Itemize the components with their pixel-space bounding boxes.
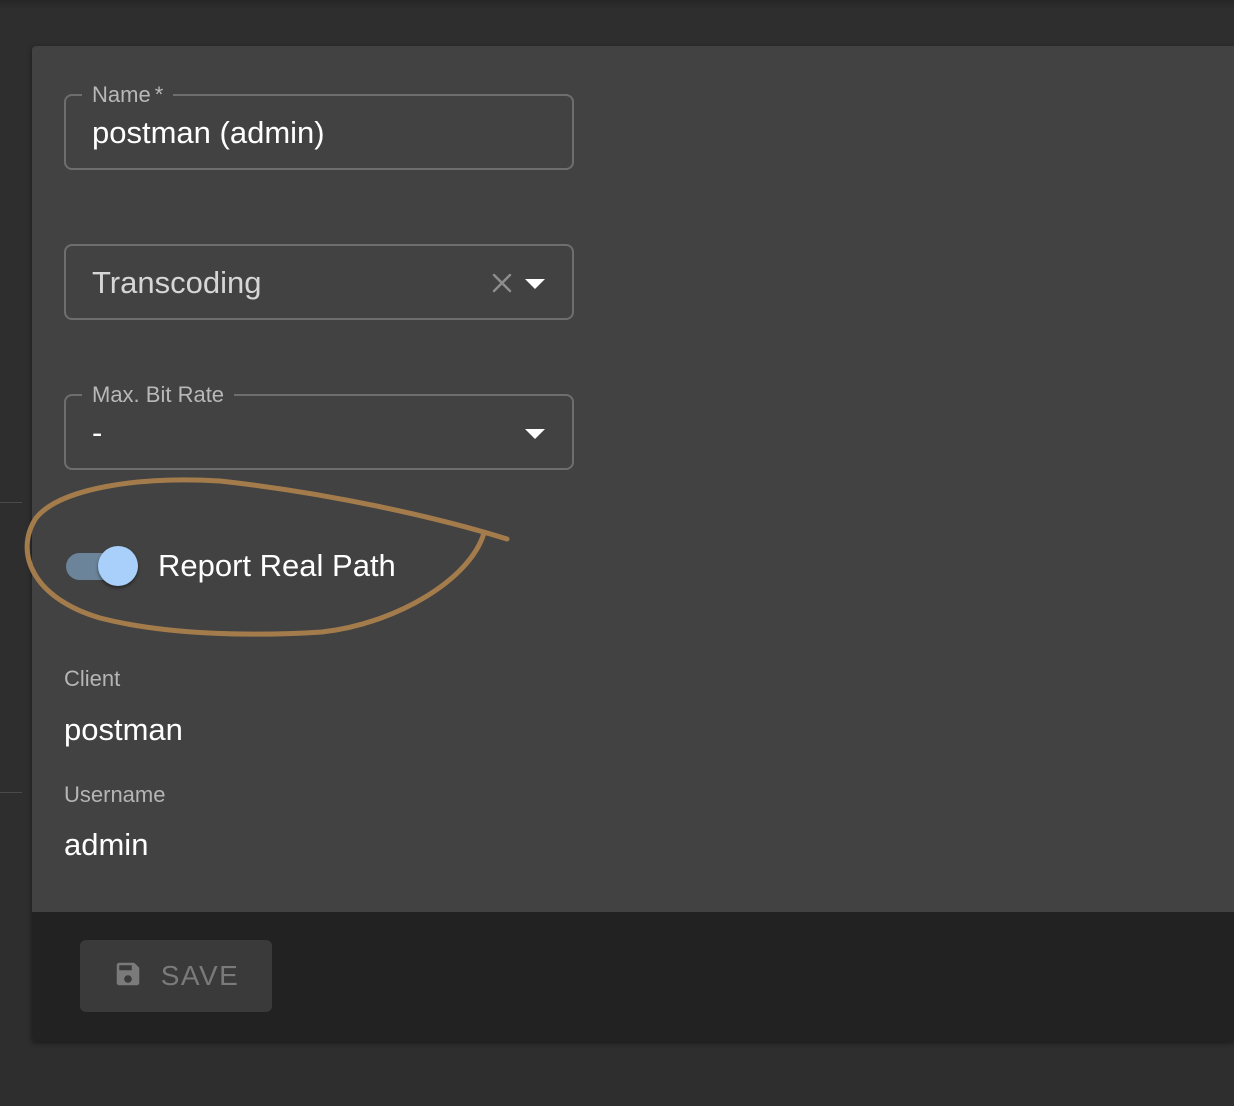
report-real-path-switch[interactable] bbox=[64, 546, 140, 586]
background-divider bbox=[0, 502, 22, 503]
name-label-text: Name bbox=[92, 82, 151, 107]
name-field[interactable]: Name * postman (admin) bbox=[64, 81, 574, 170]
transcoding-select[interactable]: Transcoding bbox=[64, 244, 574, 320]
max-bit-rate-value: - bbox=[92, 415, 103, 450]
username-label: Username bbox=[64, 782, 166, 807]
name-field-label: Name * bbox=[82, 81, 174, 109]
top-app-bar-edge bbox=[0, 0, 1234, 10]
edit-player-card: Name * postman (admin) Transcoding Max. … bbox=[32, 46, 1234, 1041]
floppy-disk-icon bbox=[113, 959, 143, 994]
save-button[interactable]: SAVE bbox=[80, 940, 272, 1012]
form-toolbar: SAVE bbox=[32, 912, 1234, 1041]
name-input[interactable]: postman (admin) bbox=[92, 115, 325, 151]
background-divider bbox=[0, 792, 22, 793]
client-label: Client bbox=[64, 666, 121, 691]
transcoding-placeholder: Transcoding bbox=[92, 265, 262, 300]
max-bit-rate-select[interactable]: Max. Bit Rate - bbox=[64, 381, 574, 470]
save-label: SAVE bbox=[160, 960, 240, 991]
report-real-path-row: Report Real Path bbox=[64, 546, 396, 586]
required-marker: * bbox=[154, 82, 164, 107]
max-bit-rate-label-text: Max. Bit Rate bbox=[92, 382, 225, 407]
max-bit-rate-label: Max. Bit Rate bbox=[82, 381, 235, 409]
arrow-drop-down-icon[interactable] bbox=[524, 428, 546, 440]
username-value: admin bbox=[64, 827, 149, 862]
report-real-path-label: Report Real Path bbox=[158, 548, 396, 583]
arrow-drop-down-icon[interactable] bbox=[524, 278, 546, 290]
close-icon[interactable] bbox=[490, 271, 514, 295]
switch-thumb[interactable] bbox=[98, 546, 138, 586]
client-value: postman bbox=[64, 712, 183, 747]
